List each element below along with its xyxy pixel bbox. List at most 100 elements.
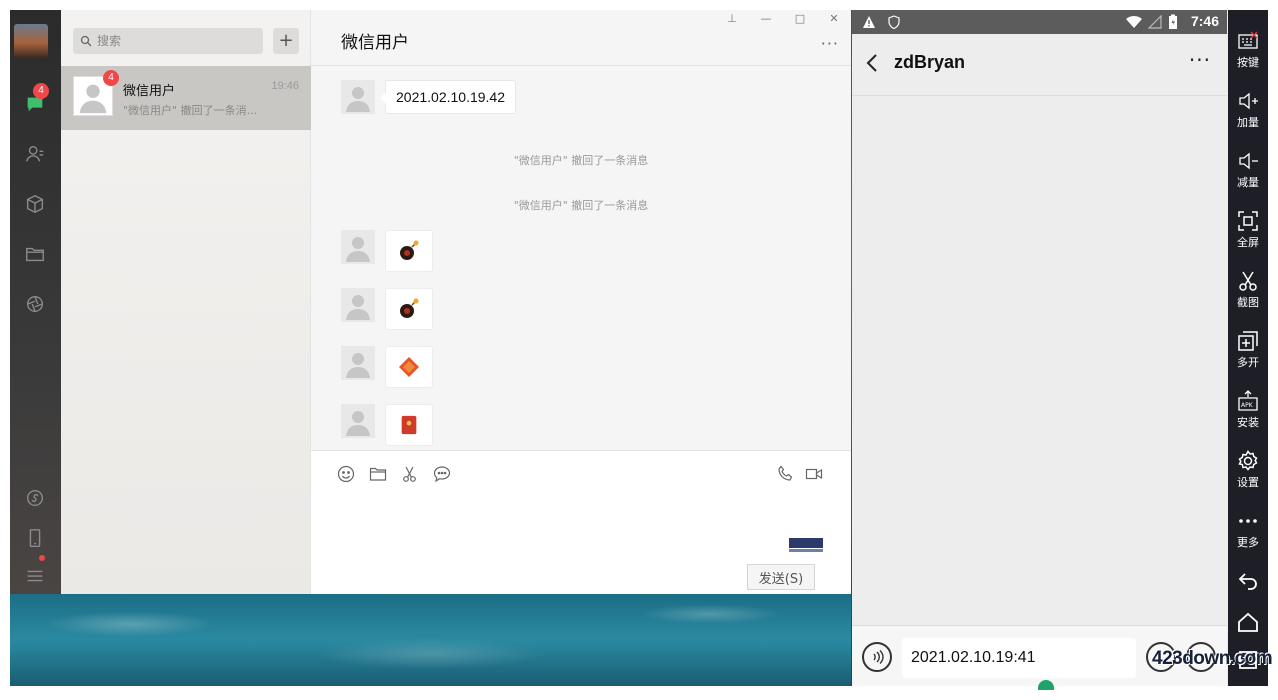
nav-moments[interactable]	[19, 288, 51, 320]
android-emulator: 7:46 zdBryan ··· 按键 加量 减量 全屏	[852, 10, 1268, 690]
battery-icon	[1169, 14, 1177, 29]
scissors-icon	[403, 466, 416, 482]
scissors-icon	[1239, 271, 1257, 291]
more-dots-icon	[1239, 519, 1257, 523]
nav-contacts[interactable]	[19, 138, 51, 170]
message-input-area[interactable]: 发送(S)	[311, 450, 851, 594]
toolbar-label: 多开	[1237, 356, 1259, 369]
default-avatar-icon	[346, 411, 370, 436]
nav-favorites[interactable]	[19, 188, 51, 220]
search-icon	[80, 35, 92, 47]
add-button[interactable]: +	[273, 28, 299, 54]
toolbar-volume-down[interactable]: 减量	[1228, 146, 1268, 202]
bomb-icon	[400, 240, 419, 260]
default-avatar-icon	[346, 295, 370, 320]
send-button[interactable]: 发送(S)	[747, 564, 815, 590]
android-back-icon[interactable]	[1236, 568, 1260, 592]
nav-files[interactable]	[19, 238, 51, 270]
chat-more-button[interactable]: ···	[821, 34, 839, 53]
android-home-icon[interactable]	[1236, 610, 1260, 634]
phone-device-icon	[29, 529, 41, 547]
toolbar-label: 安装	[1237, 416, 1259, 429]
video-camera-icon	[805, 468, 823, 480]
smiley-icon	[337, 465, 355, 483]
toolbar-label: 减量	[1237, 176, 1259, 189]
chat-history-button[interactable]	[431, 463, 453, 485]
nav-phone[interactable]	[19, 522, 51, 554]
text-cursor-handle[interactable]	[1038, 680, 1054, 690]
toolbar-label: 设置	[1237, 476, 1259, 489]
session-name: 微信用户	[123, 84, 176, 99]
sender-avatar[interactable]	[341, 230, 375, 264]
fullscreen-icon	[1238, 211, 1258, 231]
screenshot-button[interactable]	[399, 463, 421, 485]
toolbar-more[interactable]: 更多	[1228, 506, 1268, 562]
nav-mini-programs[interactable]	[19, 482, 51, 514]
emoji-button[interactable]	[335, 463, 357, 485]
hamburger-icon	[27, 570, 43, 582]
status-time: 7:46	[1190, 13, 1219, 29]
session-item[interactable]: 4 微信用户 19:46 "微信用户" 撤回了一条消...	[61, 66, 311, 130]
chat-title: 微信用户	[341, 33, 409, 53]
voice-call-button[interactable]	[775, 463, 797, 485]
toolbar-settings[interactable]: 设置	[1228, 446, 1268, 502]
mini-program-icon	[26, 489, 44, 507]
sticker-message[interactable]	[385, 230, 433, 272]
search-box[interactable]	[73, 28, 263, 54]
default-avatar-icon	[346, 353, 370, 378]
status-bar: 7:46	[852, 10, 1227, 34]
side-navigation: 4	[10, 10, 61, 594]
toolbar-fullscreen[interactable]: 全屏	[1228, 206, 1268, 262]
red-envelope-icon	[401, 415, 417, 435]
android-message-input[interactable]	[902, 638, 1136, 678]
session-preview: "微信用户" 撤回了一条消...	[123, 104, 258, 117]
video-call-button[interactable]	[803, 463, 825, 485]
toolbar-multi-instance[interactable]: 多开	[1228, 326, 1268, 382]
bomb-icon	[400, 298, 419, 318]
chat-info-button[interactable]: ···	[1189, 48, 1211, 72]
multi-instance-icon	[1238, 331, 1258, 351]
sender-avatar[interactable]	[341, 346, 375, 380]
default-avatar-icon	[346, 237, 370, 262]
gear-icon	[1238, 450, 1258, 471]
toolbar-screenshot[interactable]: 截图	[1228, 266, 1268, 322]
recall-notice: "微信用户" 撤回了一条消息	[513, 199, 649, 212]
warning-icon	[863, 16, 875, 28]
toolbar-keymap[interactable]: 按键	[1228, 26, 1268, 82]
toolbar-label: 加量	[1237, 116, 1259, 129]
back-arrow-icon[interactable]	[862, 50, 884, 76]
emulator-toolbar: 按键 加量 减量 全屏 截图 多开 APK 安装 设置 更多	[1228, 10, 1268, 686]
minimize-button[interactable]: —	[759, 12, 773, 25]
desktop-wallpaper	[10, 594, 851, 686]
sender-avatar[interactable]	[341, 404, 375, 438]
plus-icon: +	[278, 30, 294, 51]
sticker-message[interactable]	[385, 346, 433, 388]
folder-icon	[369, 467, 387, 481]
nav-menu[interactable]	[19, 560, 51, 592]
sticker-message[interactable]	[385, 288, 433, 330]
send-file-button[interactable]	[367, 463, 389, 485]
folder-icon	[26, 247, 44, 262]
sender-avatar[interactable]	[341, 80, 375, 114]
pin-button[interactable]: ⊥	[725, 12, 739, 25]
chat-panel: 微信用户 ⊥ — □ ✕ ··· 2021.02.10.19.42 "微信用户"…	[311, 10, 851, 594]
toolbar-install-apk[interactable]: APK 安装	[1228, 386, 1268, 442]
voice-wave-icon	[873, 650, 884, 664]
apk-install-icon: APK	[1238, 390, 1258, 411]
search-input[interactable]	[97, 32, 247, 50]
recall-notice: "微信用户" 撤回了一条消息	[513, 154, 649, 167]
volume-up-icon	[1239, 92, 1258, 110]
close-button[interactable]: ✕	[827, 12, 841, 25]
maximize-button[interactable]: □	[793, 12, 807, 25]
volume-down-icon	[1239, 152, 1258, 170]
text-bubble[interactable]: 2021.02.10.19.42	[380, 80, 516, 114]
sticker-message[interactable]	[385, 404, 433, 446]
signal-off-icon	[1148, 15, 1162, 29]
voice-input-button[interactable]	[862, 642, 892, 672]
sender-avatar[interactable]	[341, 288, 375, 322]
toolbar-volume-up[interactable]: 加量	[1228, 86, 1268, 142]
toolbar-label: 更多	[1237, 536, 1259, 549]
android-message-list	[852, 97, 1227, 625]
watermark-logo	[789, 538, 823, 552]
user-avatar[interactable]	[14, 24, 48, 58]
